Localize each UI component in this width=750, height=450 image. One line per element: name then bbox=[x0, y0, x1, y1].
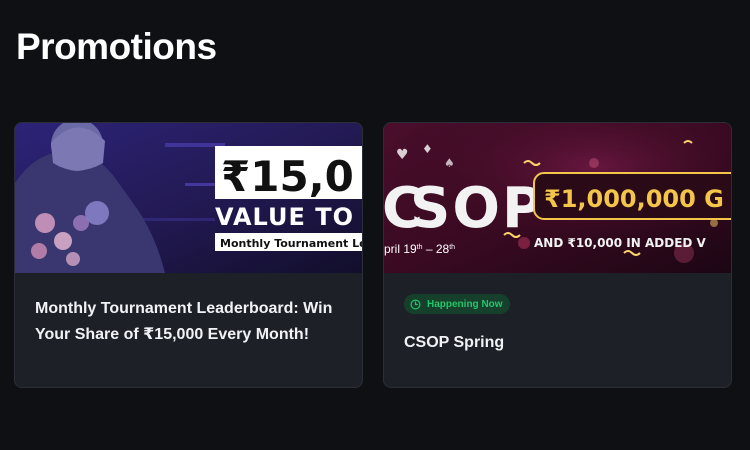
status-badge: Happening Now bbox=[404, 294, 510, 314]
promotion-title[interactable]: CSOP Spring bbox=[404, 334, 715, 352]
banner-strip-text: Monthly Tournament Leade bbox=[220, 237, 362, 250]
banner-tagline-text: VALUE TO BE W bbox=[215, 203, 362, 231]
banner-added-text: AND ₹10,000 IN ADDED V bbox=[534, 236, 707, 250]
svg-text:♦: ♦ bbox=[422, 142, 433, 156]
promotion-card-csop-spring[interactable]: ♥ ♦ ♠ C SOP pril 19th – 28th ₹1,000,000 … bbox=[383, 122, 732, 388]
status-badge-label: Happening Now bbox=[427, 298, 503, 310]
page-title: Promotions bbox=[16, 26, 217, 67]
promotion-banner-image: ₹15,0 VALUE TO BE W Monthly Tournament L… bbox=[15, 123, 362, 273]
promotion-card-monthly-leaderboard[interactable]: ₹15,0 VALUE TO BE W Monthly Tournament L… bbox=[14, 122, 363, 388]
promotion-title[interactable]: Monthly Tournament Leaderboard: Win Your… bbox=[35, 296, 346, 348]
banner-brand-text: SOP bbox=[410, 176, 545, 241]
svg-text:♠: ♠ bbox=[444, 156, 455, 170]
banner-amount-text: ₹15,0 bbox=[221, 152, 354, 201]
banner-guarantee-text: ₹1,000,000 G bbox=[544, 185, 724, 213]
clock-icon bbox=[410, 299, 421, 309]
svg-text:♥: ♥ bbox=[396, 147, 409, 163]
promotion-banner-image: ♥ ♦ ♠ C SOP pril 19th – 28th ₹1,000,000 … bbox=[384, 123, 731, 273]
banner-dates-text: pril 19 bbox=[384, 242, 417, 256]
